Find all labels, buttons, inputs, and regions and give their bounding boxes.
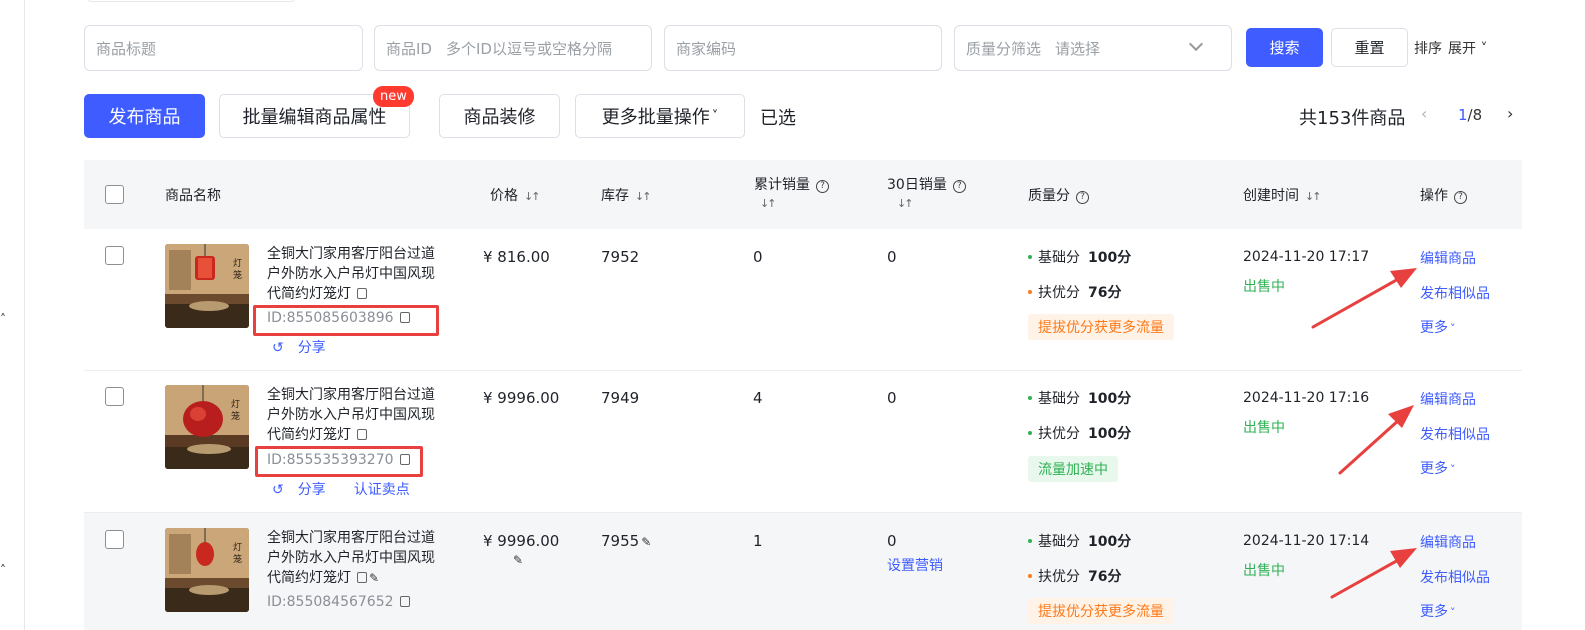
annotation-arrowhead-3 — [1390, 548, 1417, 568]
annotation-arrow-2 — [1338, 417, 1402, 475]
annotation-arrow-3 — [1330, 557, 1402, 599]
annotation-arrows — [1311, 268, 1417, 599]
annotation-arrowhead-1 — [1390, 268, 1417, 288]
annotation-arrow-1 — [1311, 276, 1402, 329]
